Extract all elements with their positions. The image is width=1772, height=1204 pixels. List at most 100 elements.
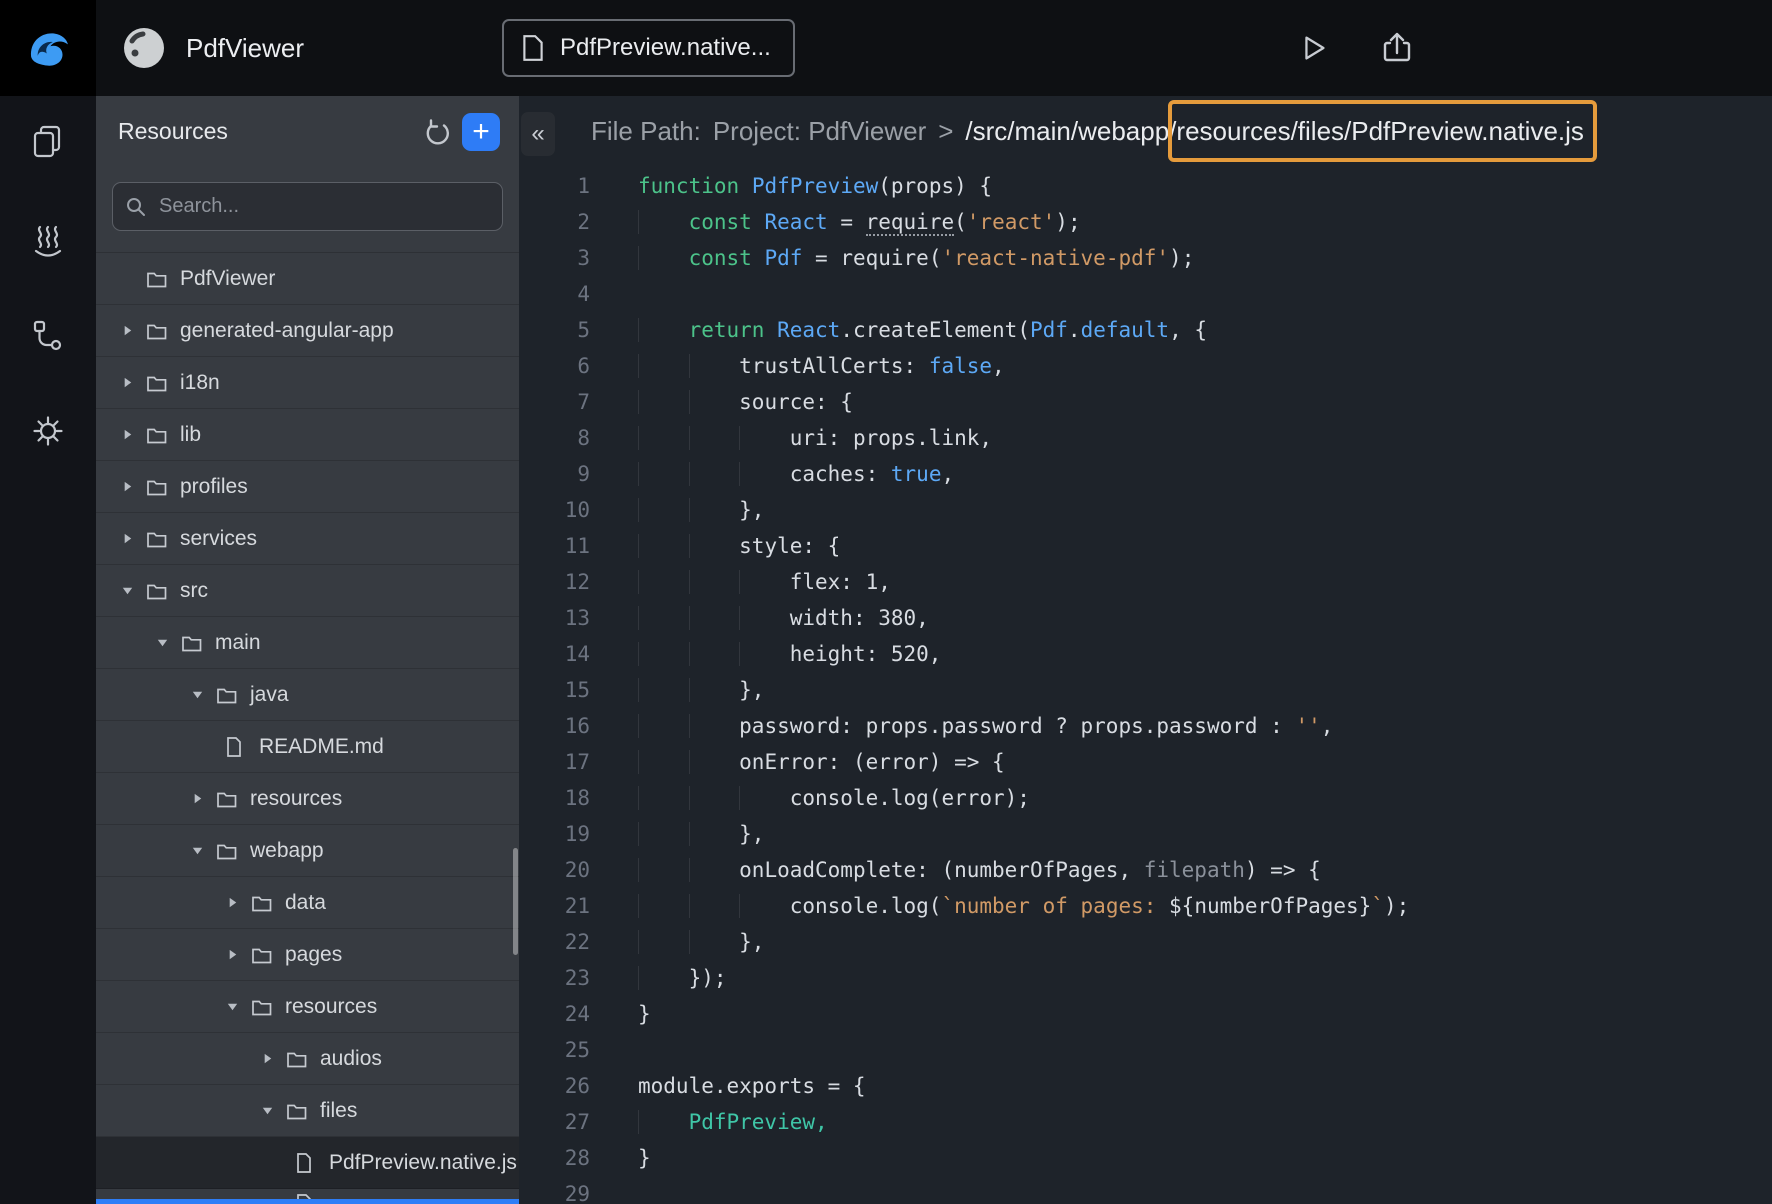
- tree-item-readme-md[interactable]: README.md: [96, 721, 519, 773]
- line-number: 7: [519, 384, 590, 420]
- tree-item-src[interactable]: src: [96, 565, 519, 617]
- folder-icon: [286, 1049, 316, 1069]
- code-line: 1function PdfPreview(props) {: [519, 168, 1772, 204]
- project-title: PdfViewer: [186, 0, 304, 96]
- tree-item-main[interactable]: main: [96, 617, 519, 669]
- chevron-down-icon[interactable]: [260, 1103, 286, 1118]
- play-icon[interactable]: [1293, 27, 1335, 69]
- tree-item-files[interactable]: files: [96, 1085, 519, 1137]
- code-text: const React = require('react');: [638, 204, 1081, 240]
- line-number: 16: [519, 708, 590, 744]
- code-text: password: props.password ? props.passwor…: [638, 708, 1333, 744]
- code-text: onError: (error) => {: [638, 744, 1005, 780]
- line-number: 19: [519, 816, 590, 852]
- chevron-right-icon[interactable]: [120, 531, 146, 546]
- folder-icon: [251, 893, 281, 913]
- code-text: flex: 1,: [638, 564, 891, 600]
- tree-item-lib[interactable]: lib: [96, 409, 519, 461]
- search-input[interactable]: [157, 194, 490, 219]
- tree-item-label: lib: [180, 423, 201, 447]
- search-box[interactable]: [112, 182, 503, 231]
- code-line: 6 trustAllCerts: false,: [519, 348, 1772, 384]
- chevron-right-icon[interactable]: [225, 947, 251, 962]
- code-text: source: {: [638, 384, 853, 420]
- tree-item-generated-angular-app[interactable]: generated-angular-app: [96, 305, 519, 357]
- open-file-tab[interactable]: PdfPreview.native...: [502, 19, 795, 77]
- tree-item-resources[interactable]: resources: [96, 773, 519, 825]
- chevron-down-icon[interactable]: [190, 843, 216, 858]
- chevron-down-icon[interactable]: [120, 583, 146, 598]
- line-number: 23: [519, 960, 590, 996]
- folder-icon: [146, 373, 176, 393]
- code-text: const Pdf = require('react-native-pdf');: [638, 240, 1194, 276]
- line-number: 22: [519, 924, 590, 960]
- line-number: 28: [519, 1140, 590, 1176]
- tree-item-pages[interactable]: pages: [96, 929, 519, 981]
- tree-item-data[interactable]: data: [96, 877, 519, 929]
- code-line: 15 },: [519, 672, 1772, 708]
- chevron-right-icon[interactable]: [120, 479, 146, 494]
- tree-item-label: resources: [285, 995, 377, 1019]
- code-line: 14 height: 520,: [519, 636, 1772, 672]
- code-line: 26module.exports = {: [519, 1068, 1772, 1104]
- code-text: }: [638, 996, 651, 1032]
- code-text: console.log(error);: [638, 780, 1030, 816]
- file-icon: [295, 1152, 325, 1174]
- chevron-right-icon[interactable]: [190, 791, 216, 806]
- line-number: 4: [519, 276, 590, 312]
- code-text: caches: true,: [638, 456, 954, 492]
- code-editor[interactable]: 1function PdfPreview(props) {2 const Rea…: [519, 166, 1772, 1204]
- tree-item-resources[interactable]: resources: [96, 981, 519, 1033]
- line-number: 26: [519, 1068, 590, 1104]
- tree-item-profiles[interactable]: profiles: [96, 461, 519, 513]
- folder-icon: [181, 633, 211, 653]
- code-line: 28}: [519, 1140, 1772, 1176]
- app-icon: [122, 26, 166, 70]
- collapse-sidebar-button[interactable]: «: [521, 112, 555, 156]
- sidebar-scrollbar[interactable]: [513, 848, 518, 955]
- steam-icon[interactable]: [28, 220, 68, 260]
- code-line: 10 },: [519, 492, 1772, 528]
- export-icon[interactable]: [1376, 27, 1418, 69]
- tree-item-audios[interactable]: audios: [96, 1033, 519, 1085]
- gear-icon[interactable]: [28, 411, 68, 451]
- code-line: 11 style: {: [519, 528, 1772, 564]
- file-path-prefix: /src/main/webapp/: [965, 116, 1176, 146]
- folder-icon: [146, 269, 176, 289]
- collapse-sidebar-icon: «: [531, 120, 544, 148]
- chevron-down-icon[interactable]: [190, 687, 216, 702]
- code-line: 27 PdfPreview,: [519, 1104, 1772, 1140]
- pages-icon[interactable]: [28, 121, 68, 161]
- folder-icon: [286, 1101, 316, 1121]
- wave-logo-icon: [19, 19, 77, 77]
- code-text: console.log(`number of pages: ${numberOf…: [638, 888, 1409, 924]
- add-button[interactable]: +: [462, 113, 500, 151]
- tree-item-services[interactable]: services: [96, 513, 519, 565]
- chevron-right-icon[interactable]: [225, 895, 251, 910]
- chevron-right-icon[interactable]: [120, 323, 146, 338]
- activity-rail: [0, 96, 96, 1204]
- line-number: 9: [519, 456, 590, 492]
- code-text: style: {: [638, 528, 840, 564]
- tree-item-java[interactable]: java: [96, 669, 519, 721]
- folder-icon: [146, 529, 176, 549]
- tree-item-label: files: [320, 1099, 357, 1123]
- line-number: 6: [519, 348, 590, 384]
- code-line: 2 const React = require('react');: [519, 204, 1772, 240]
- tree-item-label: src: [180, 579, 208, 603]
- folder-icon: [146, 425, 176, 445]
- chevron-right-icon[interactable]: [260, 1051, 286, 1066]
- node-tree-icon[interactable]: [28, 316, 68, 356]
- tree-item-pdfpreview-native-js[interactable]: PdfPreview.native.js: [96, 1137, 519, 1189]
- chevron-down-icon[interactable]: [155, 635, 181, 650]
- tree-item-label: profiles: [180, 475, 248, 499]
- tree-item-i18n[interactable]: i18n: [96, 357, 519, 409]
- chevron-right-icon[interactable]: [120, 427, 146, 442]
- tree-item-pdfviewer[interactable]: PdfViewer: [96, 253, 519, 305]
- file-path-project: Project: PdfViewer: [713, 116, 926, 147]
- chevron-right-icon[interactable]: [120, 375, 146, 390]
- tree-item-webapp[interactable]: webapp: [96, 825, 519, 877]
- tree-item-label: data: [285, 891, 326, 915]
- chevron-down-icon[interactable]: [225, 999, 251, 1014]
- refresh-icon[interactable]: [420, 116, 454, 150]
